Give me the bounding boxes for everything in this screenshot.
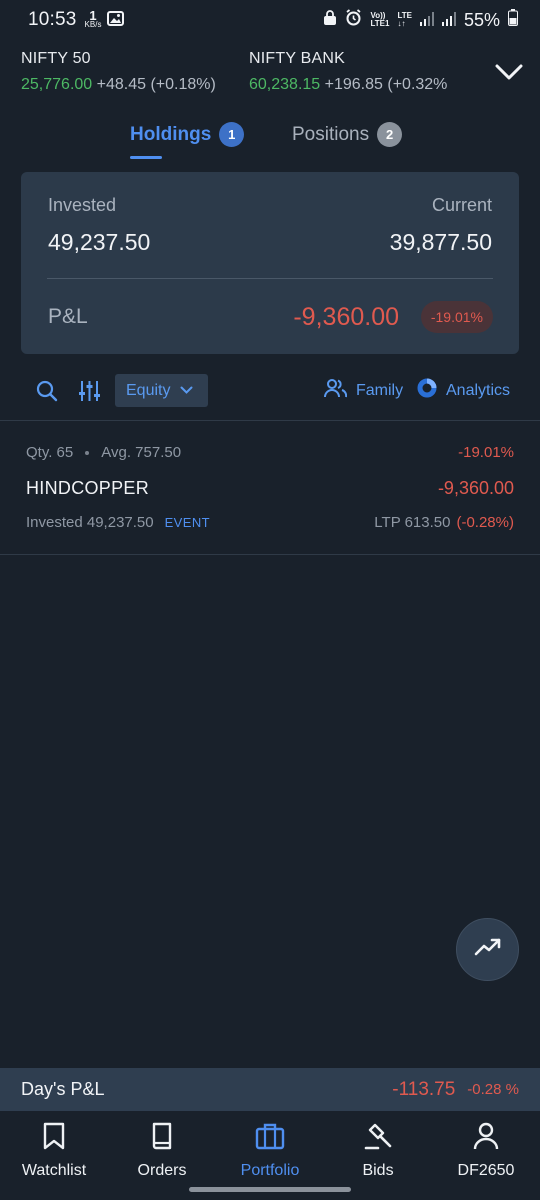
days-pnl-bar[interactable]: Day's P&L -113.75 -0.28 % (0, 1068, 540, 1111)
tab-positions[interactable]: Positions 2 (292, 122, 403, 147)
event-tag[interactable]: EVENT (165, 515, 210, 530)
nav-watchlist[interactable]: Watchlist (0, 1121, 108, 1180)
index-nifty-bank[interactable]: NIFTY BANK 60,238.15 +196.85 (+0.32% (249, 50, 465, 94)
status-bar: 10:53 1 KB/s Vo)) LTE1 LTE ↓↑ 55% (0, 0, 540, 40)
analytics-donut-icon (417, 378, 437, 403)
holding-symbol: HINDCOPPER (26, 478, 150, 498)
market-indices[interactable]: NIFTY 50 25,776.00 +48.45 (+0.18%) NIFTY… (0, 50, 540, 110)
invested-value: 49,237.50 (48, 229, 151, 255)
index-change: +196.85 (+0.32% (324, 76, 448, 93)
portfolio-tabs: Holdings 1 Positions 2 (0, 118, 540, 164)
holdings-count-badge: 1 (219, 122, 245, 147)
portfolio-summary-card: Invested 49,237.50 Current 39,877.50 P&L… (21, 172, 519, 354)
nav-portfolio[interactable]: Portfolio (216, 1121, 324, 1180)
family-icon (324, 378, 348, 403)
chevron-down-icon (180, 382, 193, 400)
book-icon (149, 1121, 175, 1156)
pnl-value: -9,360.00 (293, 303, 399, 331)
separator-dot (85, 450, 90, 455)
search-icon[interactable] (36, 374, 58, 407)
gesture-bar[interactable] (189, 1187, 351, 1192)
pnl-percent-badge: -19.01% (420, 301, 493, 333)
gallery-icon (107, 10, 125, 31)
holdings-toolbar: Equity Family Analytics (0, 374, 540, 410)
bookmark-icon (41, 1121, 67, 1156)
holding-pnl: -9,360.00 (437, 478, 514, 498)
family-button[interactable]: Family (324, 374, 403, 407)
gavel-icon (363, 1121, 393, 1156)
index-value: 25,776.00 (21, 76, 93, 93)
battery-percent: 55% (463, 9, 500, 30)
signal-icon (441, 10, 456, 31)
briefcase-icon (255, 1121, 285, 1156)
analytics-button[interactable]: Analytics (417, 374, 510, 407)
lte-indicator: LTE ↓↑ (397, 11, 412, 28)
network-speed: 1 KB/s (84, 8, 102, 29)
signal-icon (419, 10, 434, 31)
tab-holdings[interactable]: Holdings 1 (130, 122, 245, 147)
divider (0, 420, 540, 421)
active-tab-indicator (130, 156, 162, 159)
trend-chart-button[interactable] (456, 918, 519, 981)
lock-alert-icon (323, 9, 337, 31)
current-label: Current (431, 195, 492, 215)
segment-dropdown[interactable]: Equity (115, 374, 208, 407)
alarm-icon (345, 9, 362, 31)
nav-bids[interactable]: Bids (324, 1121, 432, 1180)
holding-ltp-change: (-0.28%) (456, 514, 514, 531)
nav-profile[interactable]: DF2650 (432, 1121, 540, 1180)
status-time: 10:53 (28, 9, 77, 30)
pnl-label: P&L (48, 305, 88, 328)
days-pnl-percent: -0.28 % (467, 1081, 519, 1098)
holding-qty: Qty. 65 (26, 444, 74, 461)
invested-label: Invested (48, 195, 117, 215)
chevron-down-icon[interactable] (494, 62, 524, 87)
user-icon (472, 1121, 500, 1156)
index-nifty-50[interactable]: NIFTY 50 25,776.00 +48.45 (+0.18%) (21, 50, 216, 94)
holding-invested: Invested 49,237.50 (26, 514, 154, 531)
filter-sliders-icon[interactable] (78, 374, 101, 407)
battery-icon (508, 9, 518, 31)
index-change: +48.45 (+0.18%) (96, 76, 216, 93)
current-value: 39,877.50 (389, 229, 492, 255)
index-value: 60,238.15 (249, 76, 321, 93)
holding-pnl-percent: -19.01% (458, 444, 514, 461)
divider (0, 554, 540, 555)
nav-orders[interactable]: Orders (108, 1121, 216, 1180)
days-pnl-label: Day's P&L (21, 1079, 105, 1099)
holding-row[interactable]: Qty. 65 Avg. 757.50 -19.01% HINDCOPPER -… (0, 432, 540, 552)
holding-ltp: LTP 613.50 (374, 514, 451, 531)
divider (47, 278, 493, 279)
positions-count-badge: 2 (377, 122, 403, 147)
days-pnl-value: -113.75 (392, 1078, 456, 1100)
trending-up-icon (474, 937, 502, 962)
volte-indicator: Vo)) LTE1 (370, 11, 390, 28)
holding-avg: Avg. 757.50 (101, 444, 182, 461)
